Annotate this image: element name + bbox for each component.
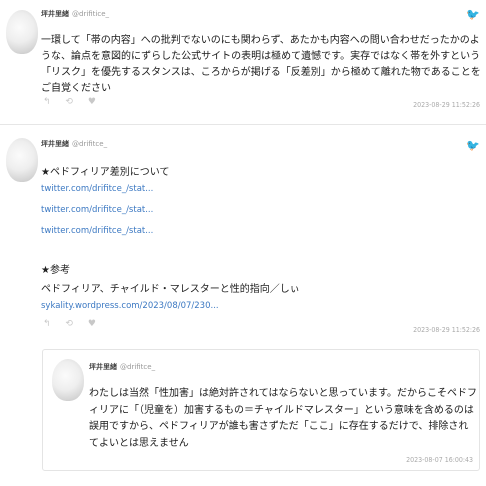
like-icon[interactable]: ♥ [88,319,96,329]
tweet-link[interactable]: twitter.com/drifitce_/stat... [41,226,153,236]
author-name: 坪井里緒 [89,363,117,371]
avatar[interactable] [52,359,84,401]
tweet-actions: ↰ ⟲ ♥ [43,319,108,329]
author-name: 坪井里緒 [41,10,69,18]
tweet-text: 一環して「帯の内容」への批判でないのにも関わらず、あたかも内容への問い合わせだっ… [41,35,481,94]
quoted-tweet[interactable]: 坪井里緒 @drifitce_ わたしは当然「性加害」は絶対許されてはならないと思… [42,349,480,471]
tweet-link[interactable]: twitter.com/drifitce_/stat... [41,205,153,215]
retweet-icon[interactable]: ⟲ [65,319,73,329]
reply-icon[interactable]: ↰ [43,319,51,329]
like-icon[interactable]: ♥ [88,97,96,107]
timestamp[interactable]: 2023-08-29 11:52:26 [413,326,480,334]
tweet-card: 坪井里緒 @drifitce_ 🐦 ★ペドフィリア差別について twitter.c… [0,124,486,486]
bird-icon[interactable]: 🐦 [466,139,480,152]
tweet-actions: ↰ ⟲ ♥ [43,97,108,107]
retweet-icon[interactable]: ⟲ [65,97,73,107]
avatar[interactable] [6,10,38,54]
reply-icon[interactable]: ↰ [43,97,51,107]
bird-icon[interactable]: 🐦 [466,8,480,21]
avatar[interactable] [6,138,38,182]
tweet-link[interactable]: twitter.com/drifitce_/stat... [41,184,153,194]
reference-text: ペドフィリア、チャイルド・マレスターと性的指向／しぃ [41,284,300,295]
timestamp[interactable]: 2023-08-07 16:00:43 [406,456,473,464]
author-handle: @drifitice_ [72,10,110,18]
tweet-card: 坪井里緒 @drifitice_ 🐦 一環して「帯の内容」への批判でないのにも関わ… [0,0,486,124]
author[interactable]: 坪井里緒 @drifitice_ [41,9,109,19]
author-handle: @drifitce_ [120,363,156,371]
section-heading: ★ペドフィリア差別について [41,167,170,178]
quoted-text: わたしは当然「性加害」は絶対許されてはならないと思っています。だからこそペドフィ… [89,388,477,449]
reference-link[interactable]: sykality.wordpress.com/2023/08/07/230... [41,301,219,311]
author-handle: @drifitce_ [72,140,108,148]
timestamp[interactable]: 2023-08-29 11:52:26 [413,101,480,109]
author[interactable]: 坪井里緒 @drifitce_ [41,139,107,149]
author-name: 坪井里緒 [41,140,69,148]
section-heading: ★参考 [41,265,70,276]
author[interactable]: 坪井里緒 @drifitce_ [89,362,155,372]
